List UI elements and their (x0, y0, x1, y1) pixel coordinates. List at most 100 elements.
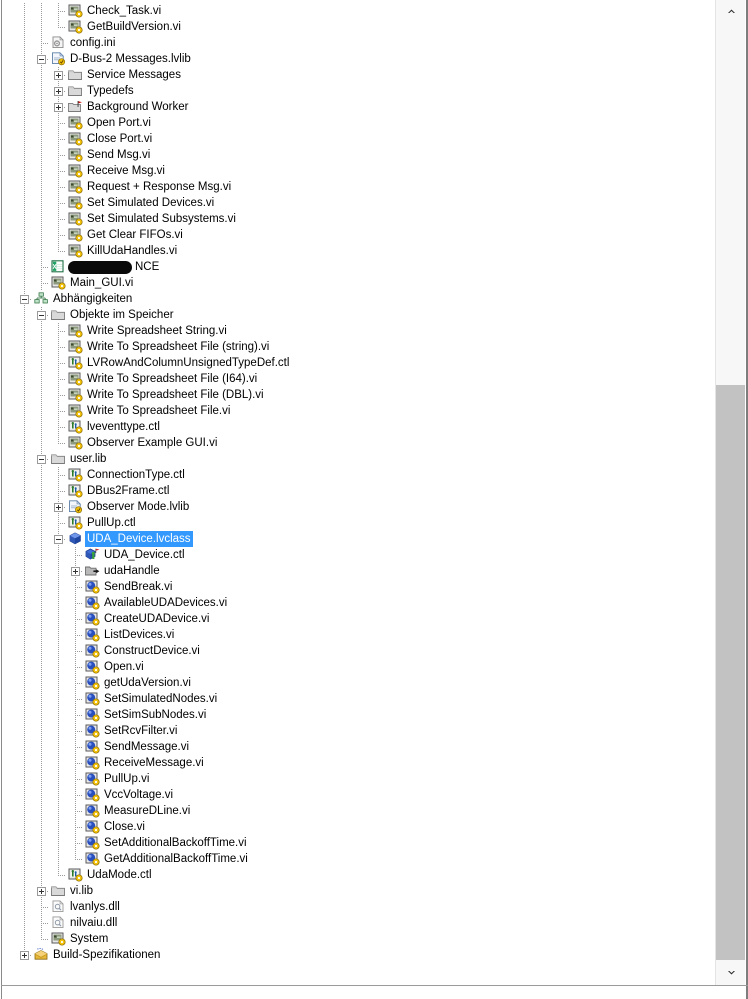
scrollbar-thumb[interactable] (716, 385, 747, 960)
tree-row[interactable]: lvanlys.dll (2, 899, 715, 915)
tree-row[interactable]: Check_Task.vi (2, 3, 715, 19)
tree-row[interactable]: LVRowAndColumnUnsignedTypeDef.ctl (2, 355, 715, 371)
project-tree[interactable]: Check_Task.vi GetBuildVersion.vi config.in… (2, 0, 715, 985)
expand-button[interactable] (54, 87, 63, 96)
expand-button[interactable] (37, 887, 46, 896)
tree-guide-line (41, 531, 42, 547)
tree-guide-line (24, 883, 25, 899)
tree-row[interactable]: D-Bus-2 Messages.lvlib (2, 51, 715, 67)
folder-flag-icon (68, 100, 83, 114)
tree-row[interactable]: Typedefs (2, 83, 715, 99)
tree-row[interactable]: AvailableUDADevices.vi (2, 595, 715, 611)
tree-row[interactable]: Get Clear FIFOs.vi (2, 227, 715, 243)
tree-row[interactable]: SetRcvFilter.vi (2, 723, 715, 739)
tree-row[interactable]: Open Port.vi (2, 115, 715, 131)
tree-guide-line (24, 115, 25, 131)
vertical-scrollbar[interactable] (715, 0, 747, 985)
scroll-up-button[interactable] (716, 0, 747, 24)
tree-row[interactable]: udaHandle (2, 563, 715, 579)
tree-row[interactable]: Write To Spreadsheet File (DBL).vi (2, 387, 715, 403)
tree-row[interactable]: Observer Example GUI.vi (2, 435, 715, 451)
tree-row[interactable]: Send Msg.vi (2, 147, 715, 163)
tree-row[interactable]: ConnectionType.ctl (2, 467, 715, 483)
collapse-button[interactable] (54, 535, 63, 544)
tree-row[interactable]: Write To Spreadsheet File (string).vi (2, 339, 715, 355)
tree-row[interactable]: Set Simulated Subsystems.vi (2, 211, 715, 227)
tree-row[interactable]: SetAdditionalBackoffTime.vi (2, 835, 715, 851)
tree-row[interactable]: Close Port.vi (2, 131, 715, 147)
vi-icon (68, 228, 83, 242)
tree-guide-line (24, 531, 25, 547)
tree-row[interactable]: lveventtype.ctl (2, 419, 715, 435)
tree-guide-line (24, 19, 25, 35)
collapse-button[interactable] (20, 295, 29, 304)
dll-icon (51, 916, 66, 930)
tree-row[interactable]: VccVoltage.vi (2, 787, 715, 803)
tree-row[interactable]: Build-Spezifikationen (2, 947, 715, 963)
tree-row[interactable]: GetAdditionalBackoffTime.vi (2, 851, 715, 867)
tree-row[interactable]: Abhängigkeiten (2, 291, 715, 307)
tree-item-label: DBus2Frame.ctl (87, 485, 170, 497)
class-vi-icon (85, 788, 100, 802)
expand-button[interactable] (54, 503, 63, 512)
tree-row[interactable]: config.ini (2, 35, 715, 51)
tree-row[interactable]: CreateUDADevice.vi (2, 611, 715, 627)
tree-row[interactable]: Request + Response Msg.vi (2, 179, 715, 195)
tree-row[interactable]: X NCE (2, 259, 715, 275)
tree-row[interactable]: UdaMode.ctl (2, 867, 715, 883)
tree-row[interactable]: Receive Msg.vi (2, 163, 715, 179)
ctl-icon (68, 868, 83, 882)
expand-button[interactable] (71, 567, 80, 576)
tree-row[interactable]: UDA_Device.ctl (2, 547, 715, 563)
tree-row[interactable]: user.lib (2, 451, 715, 467)
tree-row[interactable]: Close.vi (2, 819, 715, 835)
class-vi-icon (85, 708, 100, 722)
tree-item-label: nilvaiu.dll (70, 917, 118, 929)
tree-row[interactable]: Observer Mode.lvlib (2, 499, 715, 515)
tree-guide-line (41, 595, 42, 611)
tree-row[interactable]: GetBuildVersion.vi (2, 19, 715, 35)
tree-row[interactable]: SendMessage.vi (2, 739, 715, 755)
tree-row[interactable]: Service Messages (2, 67, 715, 83)
tree-guide-line (24, 899, 25, 915)
tree-guide-line (41, 131, 42, 147)
tree-row[interactable]: Write To Spreadsheet File (I64).vi (2, 371, 715, 387)
tree-item-label: Service Messages (87, 69, 181, 81)
collapse-button[interactable] (37, 311, 46, 320)
collapse-button[interactable] (37, 455, 46, 464)
expand-button[interactable] (54, 71, 63, 80)
tree-row[interactable]: ListDevices.vi (2, 627, 715, 643)
scroll-down-button[interactable] (716, 961, 747, 985)
tree-guide-line (58, 691, 59, 707)
tree-row[interactable]: Objekte im Speicher (2, 307, 715, 323)
tree-row[interactable]: Write Spreadsheet String.vi (2, 323, 715, 339)
tree-row[interactable]: SendBreak.vi (2, 579, 715, 595)
tree-row[interactable]: nilvaiu.dll (2, 915, 715, 931)
tree-row[interactable]: Main_GUI.vi (2, 275, 715, 291)
tree-row[interactable]: Set Simulated Devices.vi (2, 195, 715, 211)
vi-icon (68, 388, 83, 402)
tree-row[interactable]: ReceiveMessage.vi (2, 755, 715, 771)
folder-icon (51, 452, 66, 466)
tree-row[interactable]: KillUdaHandles.vi (2, 243, 715, 259)
tree-row[interactable]: Open.vi (2, 659, 715, 675)
tree-row[interactable]: getUdaVersion.vi (2, 675, 715, 691)
tree-row[interactable]: DBus2Frame.ctl (2, 483, 715, 499)
tree-row[interactable]: MeasureDLine.vi (2, 803, 715, 819)
tree-row[interactable]: vi.lib (2, 883, 715, 899)
tree-row[interactable]: Background Worker (2, 99, 715, 115)
tree-row[interactable]: SetSimSubNodes.vi (2, 707, 715, 723)
tree-row[interactable]: Write To Spreadsheet File.vi (2, 403, 715, 419)
tree-row[interactable]: PullUp.vi (2, 771, 715, 787)
tree-item-label: Write Spreadsheet String.vi (87, 325, 227, 337)
collapse-button[interactable] (37, 55, 46, 64)
expand-button[interactable] (20, 951, 29, 960)
expand-button[interactable] (54, 103, 63, 112)
tree-guide-line (41, 659, 42, 675)
tree-row[interactable]: System (2, 931, 715, 947)
tree-row[interactable]: UDA_Device.lvclass (2, 531, 715, 547)
tree-row[interactable]: PullUp.ctl (2, 515, 715, 531)
tree-row[interactable]: ConstructDevice.vi (2, 643, 715, 659)
tree-guide-line (24, 3, 25, 19)
tree-row[interactable]: SetSimulatedNodes.vi (2, 691, 715, 707)
